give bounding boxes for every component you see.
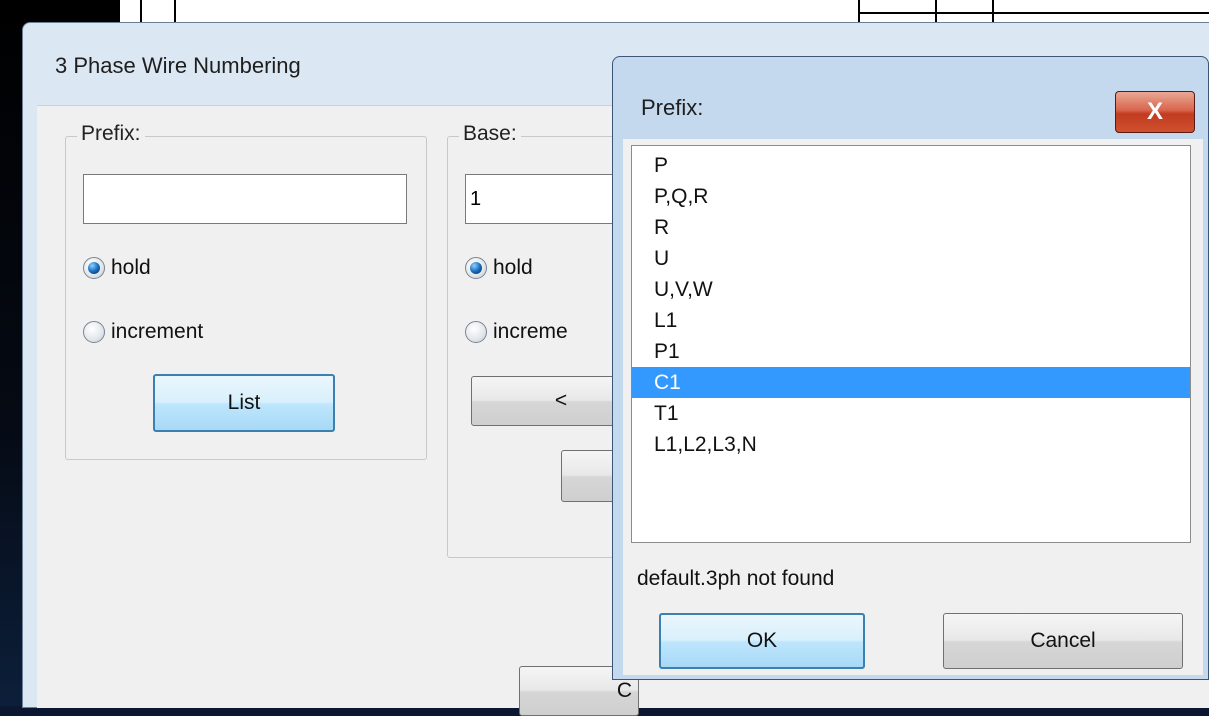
cad-line [935,0,937,22]
popup-title: Prefix: [641,95,704,120]
radio-unselected-icon [465,321,487,343]
base-input[interactable] [465,174,635,224]
prefix-hold-label: hold [111,256,151,279]
cad-line [992,0,994,22]
cad-line [140,0,142,22]
prefix-list-dialog: Prefix: X P P,Q,R R U U,V,W L1 P1 C1 T1 … [612,56,1209,680]
list-item[interactable]: L1 [632,305,1190,336]
close-button[interactable]: X [1115,91,1195,133]
status-text: default.3ph not found [637,567,835,590]
prefix-listbox[interactable]: P P,Q,R R U U,V,W L1 P1 C1 T1 L1,L2,L3,N [631,145,1191,543]
base-hold-radio[interactable]: hold [465,256,533,280]
list-item[interactable]: R [632,212,1190,243]
close-icon: X [1146,98,1163,125]
cad-line [174,0,176,22]
radio-selected-icon [465,257,487,279]
base-group-label: Base: [459,122,521,146]
cad-line [858,0,860,22]
cad-drawing-area [120,0,1209,22]
list-item[interactable]: U [632,243,1190,274]
list-item[interactable]: P,Q,R [632,181,1190,212]
ok-button[interactable]: OK [659,613,865,669]
list-item-selected[interactable]: C1 [632,367,1190,398]
list-item[interactable]: P1 [632,336,1190,367]
base-increment-label: increme [493,320,568,343]
base-hold-label: hold [493,256,533,279]
cancel-button[interactable]: Cancel [943,613,1183,669]
prefix-input[interactable] [83,174,407,224]
prefix-group-label: Prefix: [77,122,145,146]
list-item[interactable]: U,V,W [632,274,1190,305]
prefix-increment-label: increment [111,320,204,343]
list-button[interactable]: List [153,374,335,432]
radio-unselected-icon [83,321,105,343]
prefix-hold-radio[interactable]: hold [83,256,151,280]
list-item[interactable]: P [632,150,1190,181]
cad-line [858,12,1209,14]
popup-client-area: P P,Q,R R U U,V,W L1 P1 C1 T1 L1,L2,L3,N… [623,139,1203,675]
list-item[interactable]: T1 [632,398,1190,429]
prefix-increment-radio[interactable]: increment [83,320,203,344]
list-item[interactable]: L1,L2,L3,N [632,429,1190,460]
base-increment-radio[interactable]: increme [465,320,568,344]
radio-selected-icon [83,257,105,279]
dialog-title: 3 Phase Wire Numbering [55,53,301,78]
